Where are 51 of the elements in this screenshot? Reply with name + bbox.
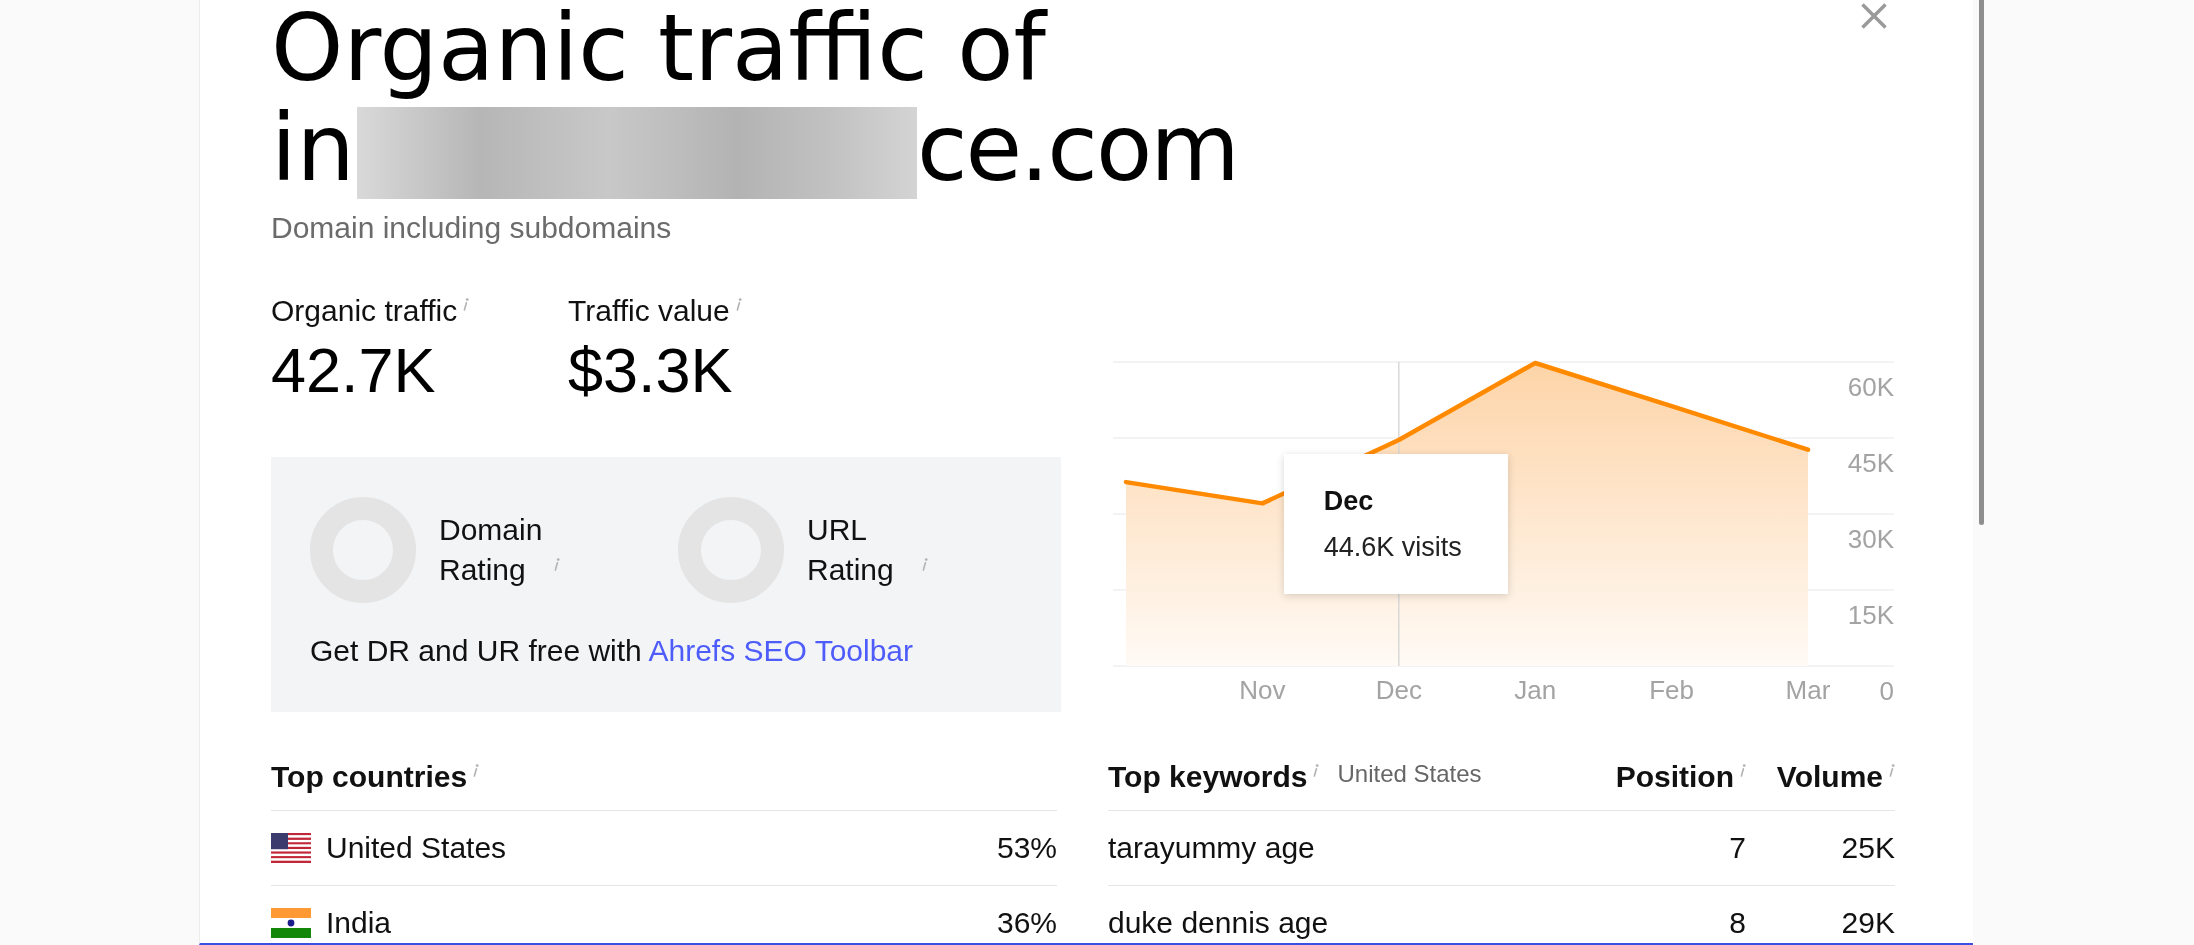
metric-label: Traffic value	[568, 293, 730, 329]
domain-text: ce.com	[916, 102, 1238, 196]
country-name: United States	[326, 830, 507, 866]
keyword-text: duke dennis age	[1108, 905, 1329, 941]
x-axis-label: Feb	[1649, 674, 1694, 705]
promo-text: Get DR and UR free with Ahrefs SEO Toolbar	[310, 633, 914, 669]
y-axis-label: 45K	[1847, 447, 1894, 478]
table-heading: Top countries	[271, 759, 468, 795]
close-icon	[1860, 2, 1888, 30]
info-icon[interactable]	[553, 558, 560, 571]
info-icon[interactable]	[1739, 764, 1746, 777]
info-icon[interactable]	[734, 298, 742, 311]
position-value: 8	[1729, 905, 1746, 941]
keyword-text: tarayummy age	[1108, 830, 1315, 866]
y-axis-label: 15K	[1847, 599, 1894, 630]
country-name: India	[326, 905, 392, 941]
us-flag-icon	[271, 833, 311, 863]
volume-value: 29K	[1841, 905, 1895, 941]
y-axis-label: 60K	[1847, 371, 1894, 402]
tooltip-title: Dec	[1323, 485, 1374, 518]
subtitle-text: Domain including subdomains	[271, 210, 672, 246]
location-label: United States	[1337, 759, 1482, 789]
title-text: Organic traffic of	[271, 0, 1046, 102]
x-axis-label: Jan	[1514, 674, 1557, 705]
domain-text: in	[271, 102, 355, 196]
column-header: Position	[1615, 759, 1734, 795]
info-icon[interactable]	[921, 558, 928, 571]
india-flag-icon	[271, 908, 311, 938]
y-axis-label: 30K	[1847, 523, 1894, 554]
info-icon[interactable]	[1888, 764, 1895, 777]
scrollbar-thumb[interactable]	[1979, 0, 1984, 525]
info-icon[interactable]	[472, 764, 480, 777]
x-axis-label: Dec	[1375, 674, 1422, 705]
volume-value: 25K	[1841, 830, 1895, 866]
column-header: Volume	[1776, 759, 1883, 795]
traffic-share: 36%	[996, 905, 1057, 941]
metric-label: Organic traffic	[271, 293, 458, 329]
x-axis-label: Nov	[1239, 674, 1286, 705]
y-axis-label: 0	[1879, 675, 1894, 706]
tooltip-value: 44.6K visits	[1323, 531, 1462, 564]
info-icon[interactable]	[1312, 764, 1320, 777]
metric-value: $3.3K	[568, 339, 733, 402]
metric-value: 42.7K	[271, 339, 436, 402]
x-axis-label: Mar	[1785, 674, 1831, 705]
toolbar-link[interactable]: Ahrefs SEO Toolbar	[648, 634, 914, 667]
traffic-share: 53%	[996, 830, 1057, 866]
position-value: 7	[1729, 830, 1746, 866]
info-icon[interactable]	[462, 298, 470, 311]
rating-label: Domain Rating	[439, 512, 544, 588]
table-heading: Top keywords	[1108, 759, 1308, 795]
rating-label: URL Rating	[807, 512, 895, 588]
